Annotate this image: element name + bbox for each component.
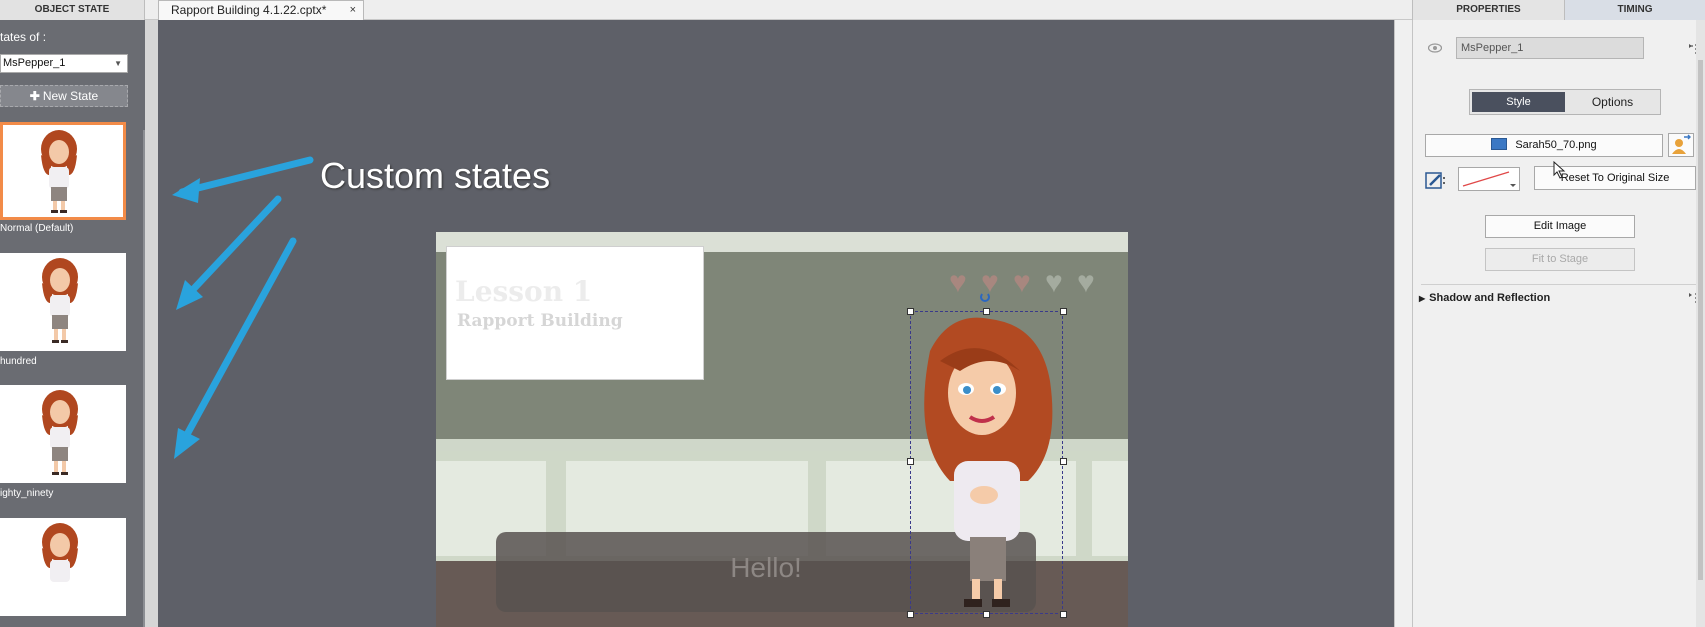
tab-options[interactable]: Options (1566, 92, 1659, 112)
resize-handle[interactable] (1060, 308, 1067, 315)
lesson-subtitle: Rapport Building (457, 311, 623, 331)
color-picker-icon[interactable] (1425, 170, 1447, 190)
visibility-eye-icon[interactable] (1428, 43, 1442, 53)
arrow-icon (172, 156, 314, 203)
custom-states-callout: Custom states (320, 155, 551, 196)
heart-icon: ♥ (1077, 266, 1095, 299)
resize-handle[interactable] (983, 611, 990, 618)
slide-canvas[interactable]: Lesson 1 Rapport Building ♥ ♥ ♥ ♥ ♥ Hell… (436, 232, 1128, 627)
expand-triangle-icon: ▶ (1419, 294, 1426, 303)
mouse-cursor-icon (1553, 161, 1566, 179)
heart-icon: ♥ (1045, 266, 1063, 299)
stroke-swatch-icon (1462, 171, 1516, 187)
tab-style[interactable]: Style (1472, 92, 1565, 112)
shadow-reflection-section-header[interactable]: ▶ Shadow and Reflection (1419, 290, 1699, 306)
style-options-toggle: Style Options (1469, 89, 1661, 115)
resize-handle[interactable] (907, 458, 914, 465)
selection-bounding-box[interactable] (910, 311, 1063, 614)
heart-icon: ♥ (1013, 266, 1031, 299)
stage-scrollbar[interactable] (1394, 20, 1412, 627)
resize-handle[interactable] (983, 308, 990, 315)
resize-handle[interactable] (907, 611, 914, 618)
resize-handle[interactable] (907, 308, 914, 315)
edit-image-button[interactable]: Edit Image (1485, 215, 1635, 238)
properties-scrollbar-thumb[interactable] (1698, 60, 1703, 580)
arrow-icon (174, 237, 297, 459)
properties-panel: MsPepper_1 Style Options Sarah50_70.png … (1412, 20, 1705, 627)
shadow-reflection-label: Shadow and Reflection (1429, 292, 1551, 304)
wall-panel (1092, 461, 1128, 556)
heart-icon: ♥ (949, 266, 967, 299)
lesson-card[interactable]: Lesson 1 Rapport Building (446, 246, 704, 380)
rotate-handle-icon[interactable] (980, 292, 990, 302)
swap-character-button[interactable] (1668, 133, 1694, 157)
resize-handle[interactable] (1060, 611, 1067, 618)
section-divider (1421, 284, 1699, 285)
fit-to-stage-button: Fit to Stage (1485, 248, 1635, 271)
image-icon (1491, 138, 1508, 150)
object-name-field[interactable]: MsPepper_1 (1456, 37, 1644, 59)
person-swap-icon (1672, 134, 1691, 154)
image-file-name: Sarah50_70.png (1515, 139, 1597, 151)
stroke-style-select[interactable] (1458, 167, 1520, 191)
resize-handle[interactable] (1060, 458, 1067, 465)
lesson-title: Lesson 1 (455, 275, 593, 308)
image-file-button[interactable]: Sarah50_70.png (1425, 134, 1663, 157)
